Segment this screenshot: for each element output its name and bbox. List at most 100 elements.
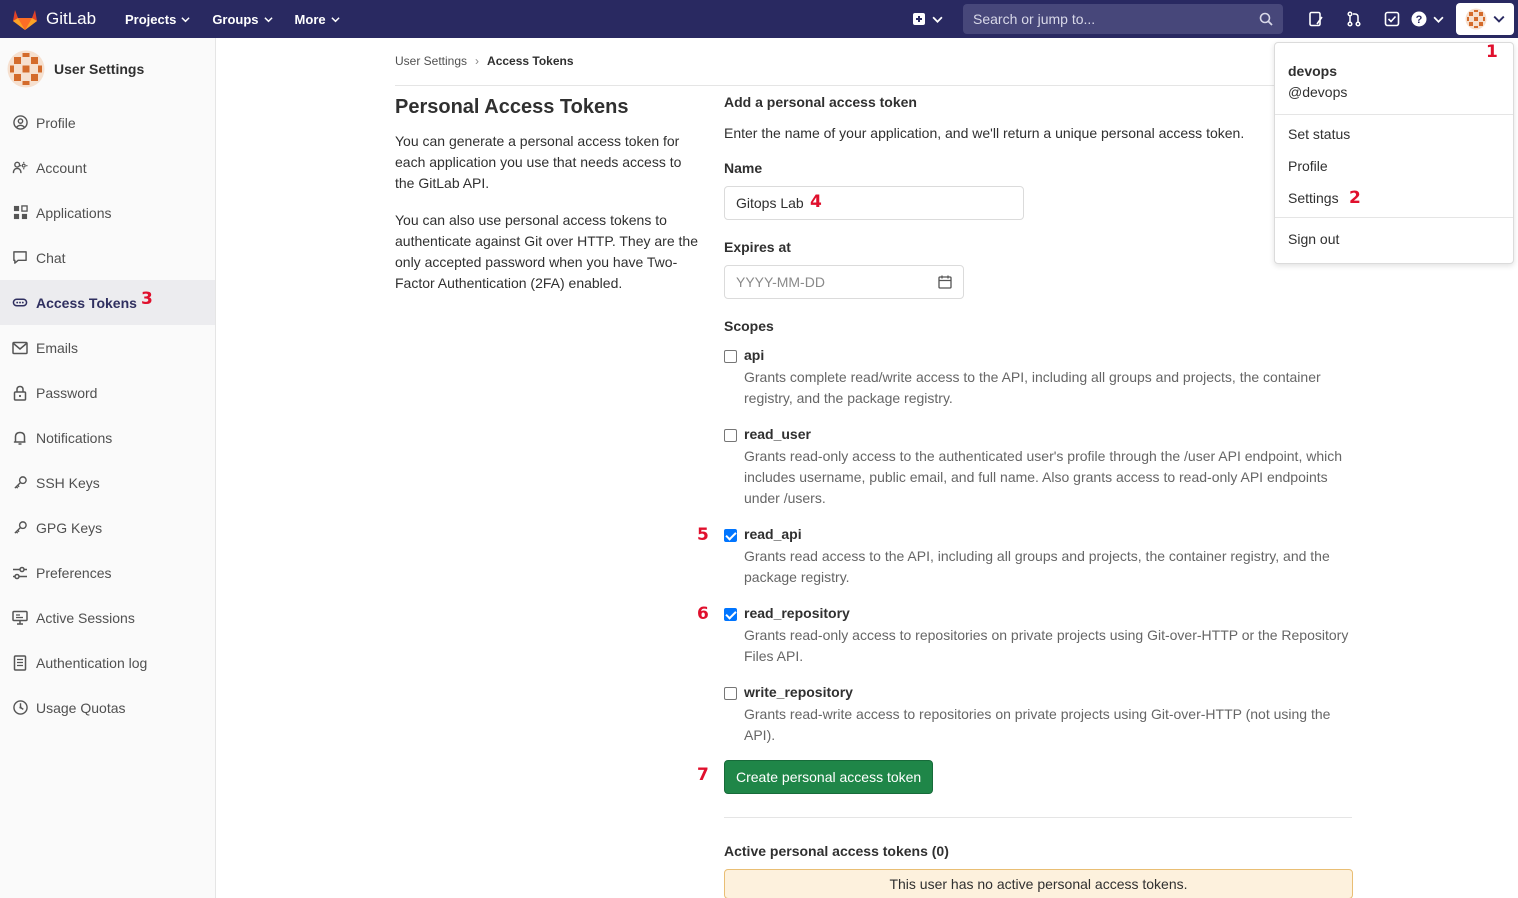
sidebar-item-password[interactable]: Password xyxy=(0,370,215,415)
new-item-button[interactable] xyxy=(912,12,943,26)
user-menu-button[interactable] xyxy=(1456,3,1514,35)
dropdown-set-status[interactable]: Set status xyxy=(1288,126,1350,142)
sidebar-item-label: Usage Quotas xyxy=(36,699,126,716)
search-icon xyxy=(1259,12,1273,26)
sidebar-item-label: Access Tokens xyxy=(36,294,137,311)
sidebar-item-label: Profile xyxy=(36,114,76,131)
expires-at-input[interactable]: YYYY-MM-DD xyxy=(724,265,964,299)
profile-icon xyxy=(12,115,28,131)
sidebar-item-label: Password xyxy=(36,384,98,401)
nav-groups-label: Groups xyxy=(212,11,259,27)
sidebar-item-gpg-keys[interactable]: GPG Keys xyxy=(0,505,215,550)
chevron-down-icon xyxy=(1433,16,1444,23)
breadcrumb-access-tokens[interactable]: Access Tokens xyxy=(487,54,574,68)
nav-more[interactable]: More xyxy=(295,12,340,27)
quota-icon xyxy=(12,700,28,716)
expires-label: Expires at xyxy=(724,239,791,255)
lock-icon xyxy=(12,385,28,401)
search-input[interactable] xyxy=(973,11,1259,27)
user-dropdown-menu: devops @devops Set status Profile Settin… xyxy=(1274,42,1514,264)
bell-icon xyxy=(12,430,28,446)
sidebar-item-profile[interactable]: Profile xyxy=(0,100,215,145)
nav-projects[interactable]: Projects xyxy=(125,12,190,27)
help-menu-button[interactable]: ? xyxy=(1411,11,1444,27)
sidebar-item-label: Account xyxy=(36,159,87,176)
active-tokens-title: Active personal access tokens (0) xyxy=(724,843,949,859)
scope-description: Grants read-only access to the authentic… xyxy=(744,448,1343,506)
sidebar-item-label: GPG Keys xyxy=(36,519,103,536)
issues-icon xyxy=(1309,11,1323,27)
annotation-2: 2 xyxy=(1349,188,1361,208)
scope-read-api-checkbox[interactable] xyxy=(724,529,737,542)
scope-read-user: read_user Grants read-only access to the… xyxy=(724,426,1354,509)
sidebar-item-access-tokens[interactable]: Access Tokens xyxy=(0,280,215,325)
annotation-1: 1 xyxy=(1486,42,1498,62)
merge-requests-button[interactable] xyxy=(1345,10,1363,28)
scope-description: Grants complete read/write access to the… xyxy=(744,369,1321,406)
scope-api: api Grants complete read/write access to… xyxy=(724,347,1354,409)
scope-description: Grants read-only access to repositories … xyxy=(744,627,1349,664)
dropdown-divider xyxy=(1275,217,1513,218)
no-tokens-message: This user has no active personal access … xyxy=(889,876,1188,892)
create-token-button[interactable]: Create personal access token xyxy=(724,760,934,794)
scope-read-user-checkbox[interactable] xyxy=(724,429,737,442)
scope-read-repository-checkbox[interactable] xyxy=(724,608,737,621)
chevron-down-icon xyxy=(331,16,340,22)
sidebar-item-notifications[interactable]: Notifications xyxy=(0,415,215,460)
mail-icon xyxy=(12,340,28,356)
sidebar-item-label: Notifications xyxy=(36,429,113,446)
plus-square-icon xyxy=(913,13,925,25)
issues-button[interactable] xyxy=(1307,10,1325,28)
gitlab-home-link[interactable]: GitLab xyxy=(12,7,112,31)
scope-api-checkbox[interactable] xyxy=(724,350,737,363)
brand-name: GitLab xyxy=(46,9,97,28)
user-avatar-icon xyxy=(1465,8,1487,30)
dropdown-profile[interactable]: Profile xyxy=(1288,158,1328,174)
divider xyxy=(395,85,1353,86)
sidebar-header[interactable]: User Settings xyxy=(0,38,215,100)
sidebar-item-ssh-keys[interactable]: SSH Keys xyxy=(0,460,215,505)
sidebar-item-chat[interactable]: Chat xyxy=(0,235,215,280)
sidebar-item-preferences[interactable]: Preferences xyxy=(0,550,215,595)
chevron-down-icon xyxy=(181,16,190,22)
annotation-7: 7 xyxy=(697,765,709,785)
calendar-icon[interactable] xyxy=(938,275,952,289)
dropdown-settings[interactable]: Settings xyxy=(1288,190,1339,206)
sidebar-item-active-sessions[interactable]: Active Sessions xyxy=(0,595,215,640)
sidebar-item-label: SSH Keys xyxy=(36,474,100,491)
sidebar-title: User Settings xyxy=(54,61,145,77)
sidebar-item-applications[interactable]: Applications xyxy=(0,190,215,235)
scope-write-repository-checkbox[interactable] xyxy=(724,687,737,700)
dropdown-user-info[interactable]: devops @devops xyxy=(1288,63,1347,100)
scope-name: read_repository xyxy=(744,605,850,621)
top-navbar: GitLab Projects Groups More Search or ju… xyxy=(0,0,1518,38)
applications-icon xyxy=(12,205,28,221)
dropdown-divider xyxy=(1275,114,1513,115)
search-box[interactable] xyxy=(963,4,1283,34)
key-icon xyxy=(12,520,28,536)
breadcrumb-separator: › xyxy=(475,54,480,68)
nav-groups[interactable]: Groups xyxy=(212,11,273,27)
scope-name: api xyxy=(744,347,765,363)
todos-button[interactable] xyxy=(1383,10,1401,28)
breadcrumb-user-settings[interactable]: User Settings xyxy=(395,54,467,68)
gitlab-logo-icon xyxy=(13,10,37,30)
intro-section: Personal Access Tokens You can generate … xyxy=(395,96,700,310)
chevron-down-icon xyxy=(263,16,273,22)
expires-placeholder: YYYY-MM-DD xyxy=(736,274,825,290)
page-title: Personal Access Tokens xyxy=(395,96,629,118)
token-icon xyxy=(12,295,28,311)
sidebar-item-usage-quotas[interactable]: Usage Quotas xyxy=(0,685,215,730)
merge-request-icon xyxy=(1347,11,1361,27)
sidebar-item-label: Applications xyxy=(36,204,112,221)
sidebar-item-authentication-log[interactable]: Authentication log xyxy=(0,640,215,685)
form-title: Add a personal access token xyxy=(724,94,917,110)
sidebar-item-emails[interactable]: Emails xyxy=(0,325,215,370)
scope-name: read_user xyxy=(744,426,811,442)
annotation-3: 3 xyxy=(141,289,153,309)
name-label: Name xyxy=(724,160,763,176)
dropdown-sign-out[interactable]: Sign out xyxy=(1288,231,1339,247)
help-icon: ? xyxy=(1411,11,1427,27)
token-name-input[interactable]: Gitops Lab xyxy=(724,186,1024,220)
sidebar-item-account[interactable]: Account xyxy=(0,145,215,190)
